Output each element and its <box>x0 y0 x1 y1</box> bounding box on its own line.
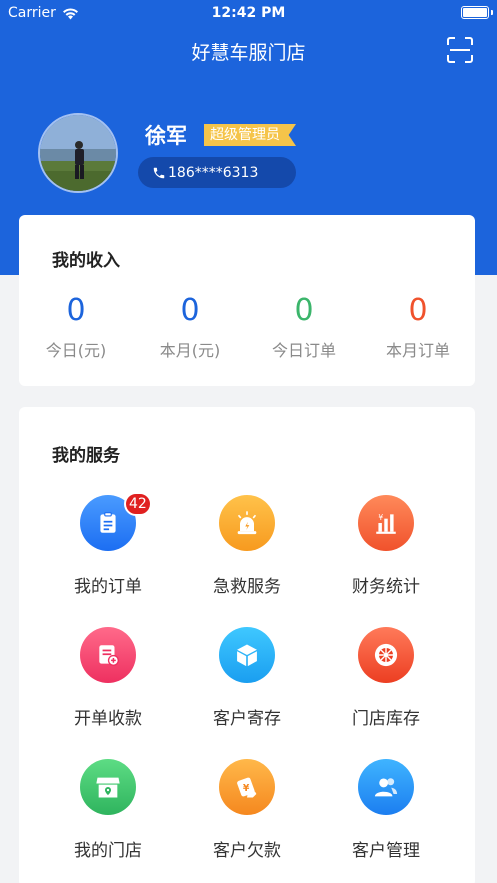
service-label: 客户欠款 <box>213 841 281 861</box>
service-label: 门店库存 <box>352 709 420 729</box>
stat-month-orders[interactable]: 0 本月订单 <box>361 293 475 361</box>
stat-today-orders[interactable]: 0 今日订单 <box>247 293 361 361</box>
stat-month-income[interactable]: 0 本月(元) <box>133 293 247 361</box>
status-time: 12:42 PM <box>211 5 286 21</box>
box-icon <box>219 627 275 683</box>
stat-label: 今日(元) <box>45 341 107 360</box>
service-customers[interactable]: 客户管理 <box>316 759 456 861</box>
stat-value: 0 <box>180 293 200 328</box>
stat-label: 本月(元) <box>159 341 221 360</box>
stat-label: 今日订单 <box>271 341 336 360</box>
service-inventory[interactable]: 门店库存 <box>316 627 456 729</box>
service-billing[interactable]: 开单收款 <box>38 627 178 729</box>
income-card: 我的收入 0 今日(元) 0 本月(元) 0 今日订单 0 本月订单 <box>19 215 475 386</box>
stat-value: 0 <box>294 293 314 328</box>
siren-icon <box>219 495 275 551</box>
service-emergency[interactable]: 急救服务 <box>177 495 317 597</box>
stat-value: 0 <box>66 293 86 328</box>
scan-icon[interactable] <box>447 37 473 63</box>
user-name: 徐军 <box>145 124 187 148</box>
tire-icon <box>358 627 414 683</box>
page-title: 好慧车服门店 <box>191 42 306 64</box>
bar-chart-icon: ¥ <box>358 495 414 551</box>
service-label: 我的订单 <box>74 577 142 597</box>
phone-number: 186****6313 <box>168 164 259 181</box>
stat-today-income[interactable]: 0 今日(元) <box>19 293 133 361</box>
service-finance[interactable]: ¥ 财务统计 <box>316 495 456 597</box>
phone-pill: 186****6313 <box>138 157 296 188</box>
service-debt[interactable]: ¥ 客户欠款 <box>177 759 317 861</box>
avatar[interactable] <box>38 113 118 193</box>
stat-value: 0 <box>408 293 428 328</box>
income-title: 我的收入 <box>52 251 120 271</box>
service-my-store[interactable]: 我的门店 <box>38 759 178 861</box>
service-my-orders[interactable]: 42 我的订单 <box>38 492 178 597</box>
service-label: 财务统计 <box>352 577 420 597</box>
clipboard-icon: 42 <box>80 492 152 551</box>
role-badge: 超级管理员 <box>204 124 296 146</box>
services-title: 我的服务 <box>52 446 120 466</box>
service-label: 客户寄存 <box>213 709 281 729</box>
service-label: 客户管理 <box>352 841 420 861</box>
service-label: 我的门店 <box>74 841 142 861</box>
phone-icon <box>153 167 165 178</box>
invoice-icon <box>80 627 136 683</box>
status-bar: Carrier 12:42 PM <box>0 0 497 26</box>
stat-label: 本月订单 <box>385 341 450 360</box>
debt-icon: ¥ <box>219 759 275 815</box>
users-icon <box>358 759 414 815</box>
svg-text:¥: ¥ <box>378 513 383 522</box>
service-label: 急救服务 <box>213 577 281 597</box>
store-icon <box>80 759 136 815</box>
order-count-badge: 42 <box>124 492 152 516</box>
services-card: 我的服务 42 我的订单 急救服务 ¥ 财务统计 开单收款 客户寄存 门店库存 … <box>19 407 475 883</box>
service-storage[interactable]: 客户寄存 <box>177 627 317 729</box>
battery-icon <box>461 6 489 19</box>
income-stats: 0 今日(元) 0 本月(元) 0 今日订单 0 本月订单 <box>19 293 475 361</box>
service-label: 开单收款 <box>74 709 142 729</box>
